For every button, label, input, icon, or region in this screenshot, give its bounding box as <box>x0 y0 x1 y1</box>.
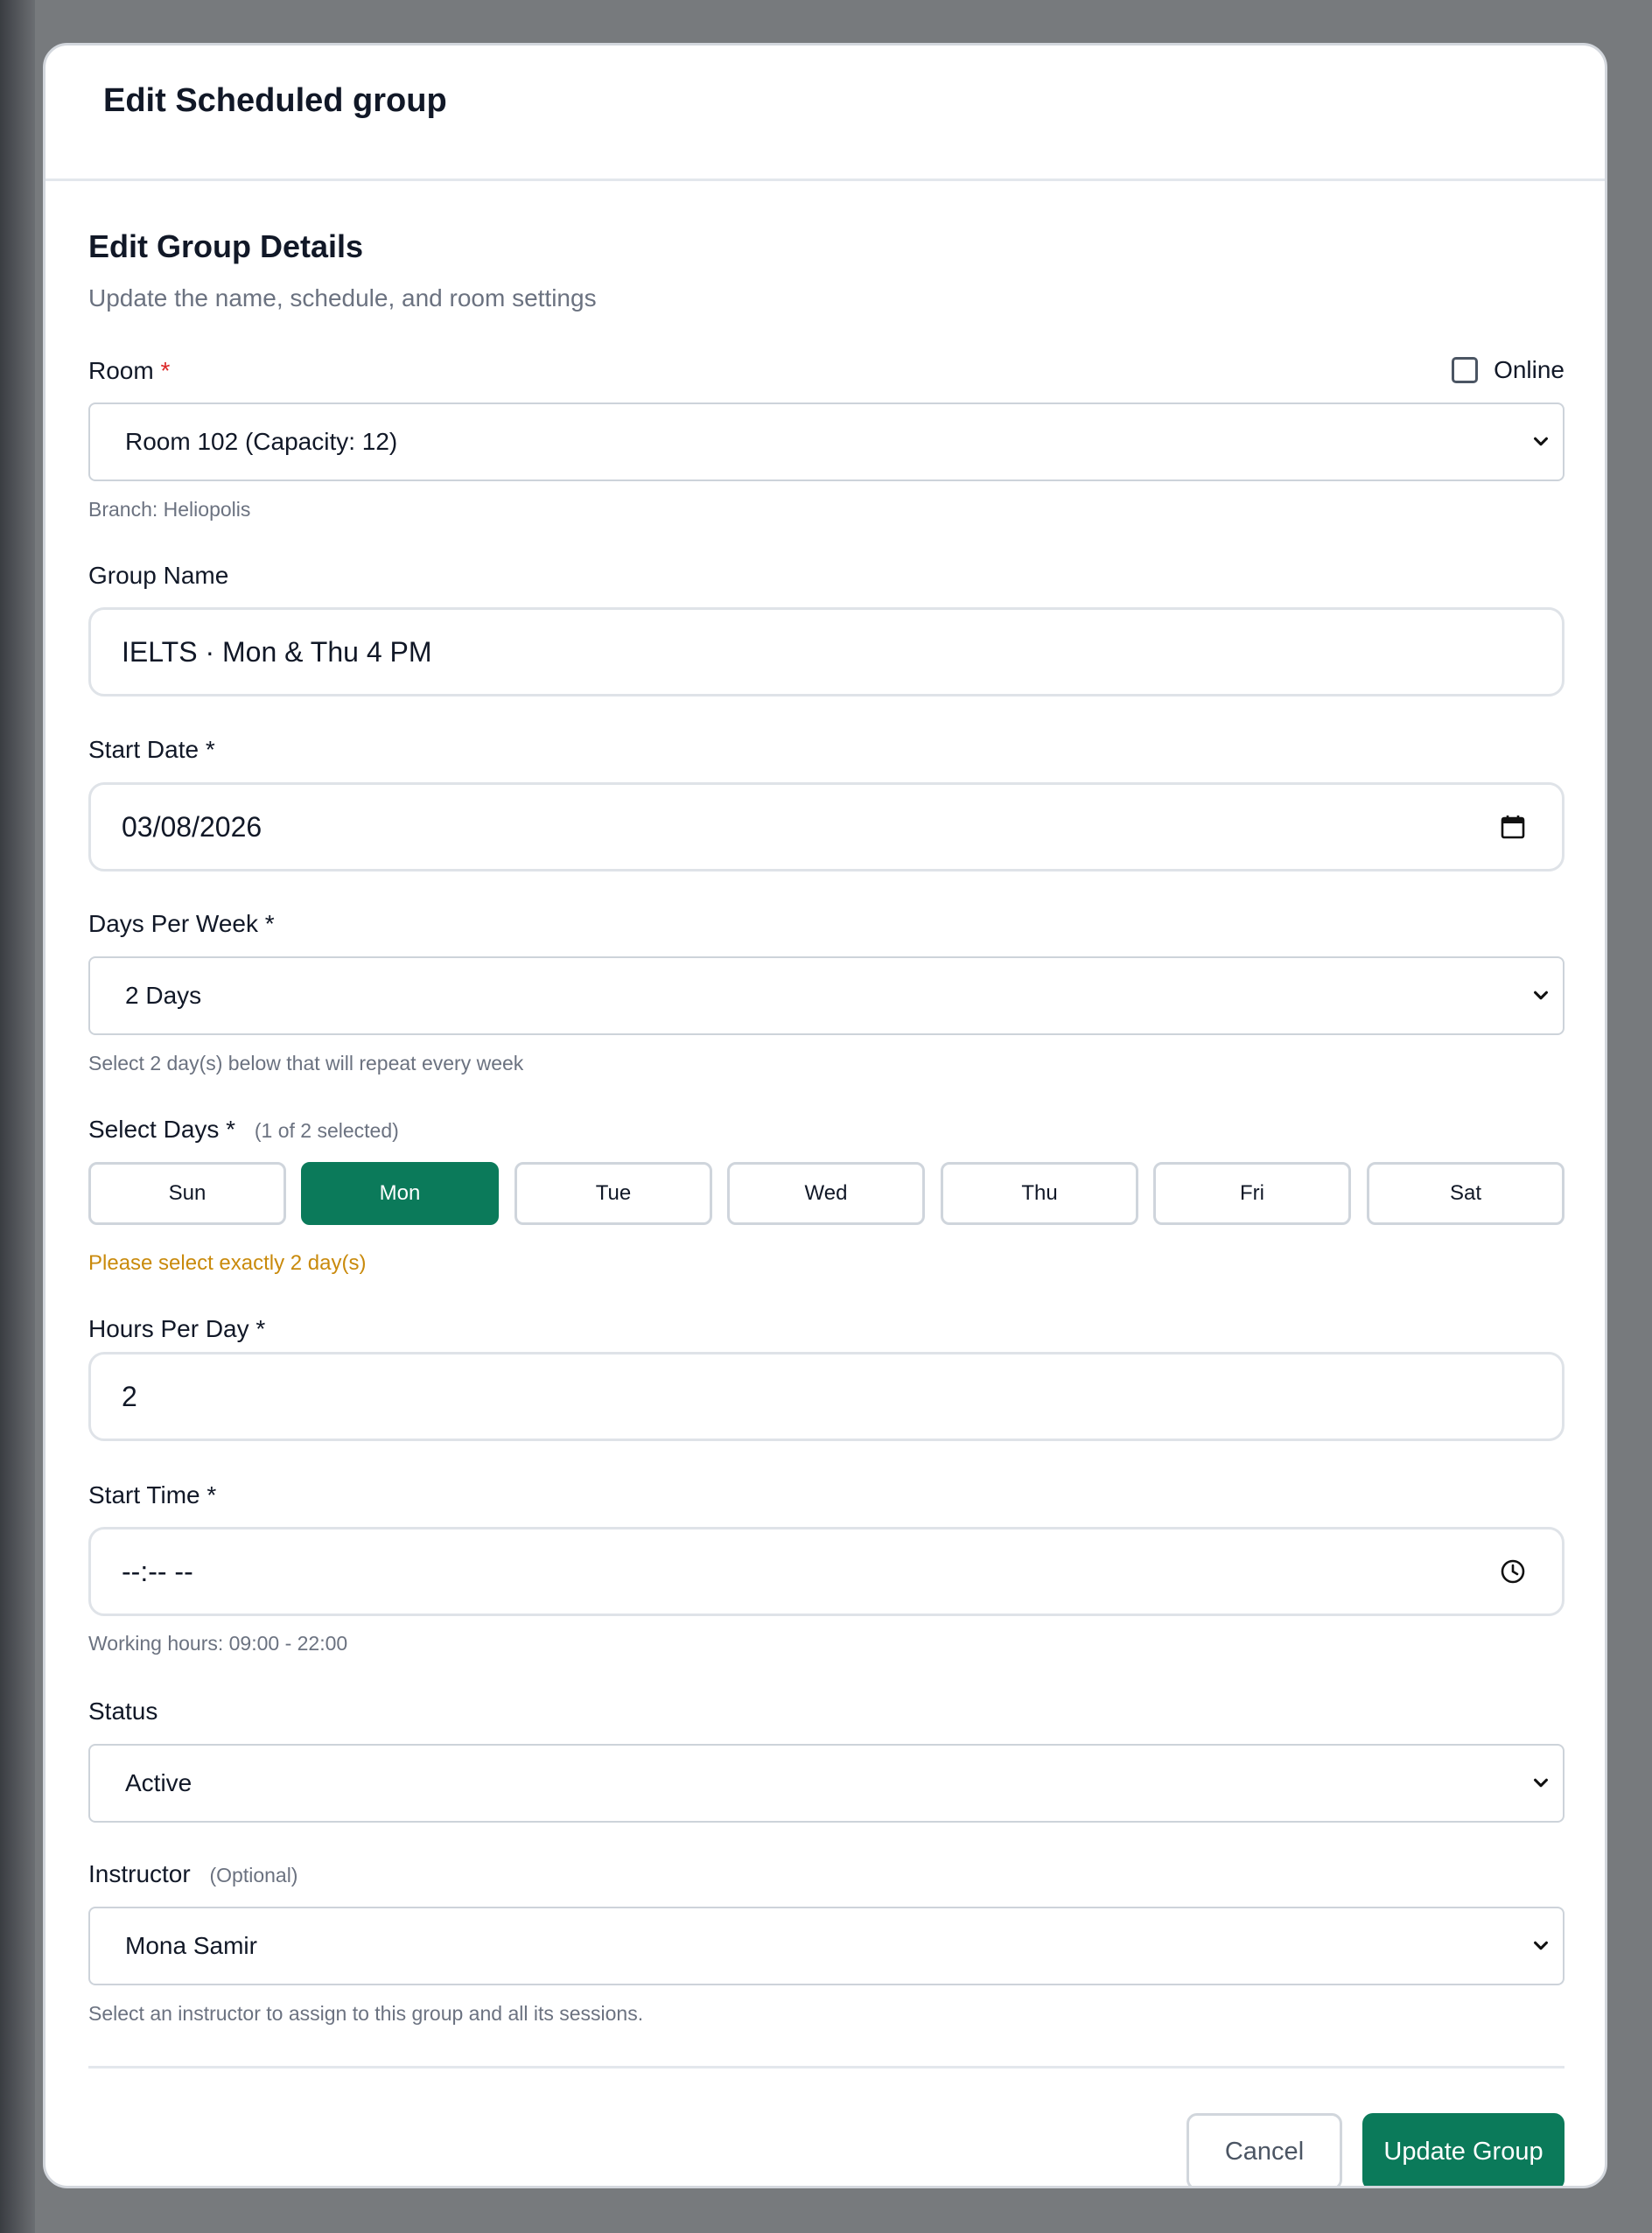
select-days-count: (1 of 2 selected) <box>254 1119 399 1142</box>
day-button-tue[interactable]: Tue <box>514 1162 712 1225</box>
days-per-week-select[interactable]: 2 Days <box>88 956 1564 1035</box>
status-value: Active <box>125 1769 192 1796</box>
section-subtitle: Update the name, schedule, and room sett… <box>88 284 597 312</box>
start-time-value: --:-- -- <box>122 1555 193 1587</box>
modal-title: Edit Scheduled group <box>103 81 447 119</box>
day-button-mon[interactable]: Mon <box>301 1162 499 1225</box>
group-name-input[interactable]: IELTS · Mon & Thu 4 PM <box>88 607 1564 696</box>
start-date-label: Start Date * <box>88 736 215 763</box>
days-per-week-hint: Select 2 day(s) below that will repeat e… <box>88 1052 524 1074</box>
room-select[interactable]: Room 102 (Capacity: 12) <box>88 402 1564 481</box>
start-time-label: Start Time * <box>88 1481 217 1508</box>
day-label: Sun <box>168 1181 206 1205</box>
working-hours-hint: Working hours: 09:00 - 22:00 <box>88 1632 348 1655</box>
footer-divider <box>88 2066 1564 2068</box>
chevron-down-icon <box>1534 990 1548 1000</box>
instructor-label-text: Instructor <box>88 1860 191 1887</box>
group-name-label: Group Name <box>88 562 229 589</box>
select-days-label-text: Select Days * <box>88 1116 236 1143</box>
day-label: Thu <box>1021 1181 1058 1205</box>
day-button-fri[interactable]: Fri <box>1153 1162 1351 1225</box>
modal-backdrop <box>0 0 35 2233</box>
select-days-warning: Please select exactly 2 day(s) <box>88 1251 367 1275</box>
room-label-text: Room <box>88 357 154 384</box>
day-button-wed[interactable]: Wed <box>727 1162 925 1225</box>
edit-group-modal: Edit Scheduled group Edit Group Details … <box>43 43 1607 2188</box>
room-branch-hint: Branch: Heliopolis <box>88 498 251 521</box>
room-select-value: Room 102 (Capacity: 12) <box>125 428 398 455</box>
chevron-down-icon <box>1534 1941 1548 1950</box>
days-per-week-value: 2 Days <box>125 982 202 1009</box>
status-select[interactable]: Active <box>88 1744 1564 1823</box>
instructor-optional-note: (Optional) <box>209 1864 298 1886</box>
chevron-down-icon <box>1534 1778 1548 1788</box>
hours-per-day-value: 2 <box>122 1380 137 1412</box>
online-label: Online <box>1494 356 1564 383</box>
day-button-thu[interactable]: Thu <box>941 1162 1138 1225</box>
modal-header: Edit Scheduled group <box>46 46 1605 181</box>
hours-per-day-label: Hours Per Day * <box>88 1315 266 1342</box>
day-button-sun[interactable]: Sun <box>88 1162 286 1225</box>
status-label: Status <box>88 1698 158 1725</box>
day-selector: Sun Mon Tue Wed Thu Fri Sat <box>88 1162 1564 1225</box>
day-label: Wed <box>804 1181 848 1205</box>
day-label: Fri <box>1240 1181 1264 1205</box>
room-required-mark: * <box>160 357 171 384</box>
calendar-icon[interactable] <box>1499 813 1527 841</box>
room-label: Room * <box>88 357 170 385</box>
instructor-select[interactable]: Mona Samir <box>88 1907 1564 1985</box>
instructor-value: Mona Samir <box>125 1932 257 1959</box>
start-date-input[interactable]: 03/08/2026 <box>88 782 1564 872</box>
day-label: Mon <box>379 1181 421 1205</box>
day-label: Sat <box>1449 1181 1482 1205</box>
section-title: Edit Group Details <box>88 228 364 264</box>
start-time-input[interactable]: --:-- -- <box>88 1527 1564 1616</box>
day-label: Tue <box>595 1181 632 1205</box>
days-per-week-label: Days Per Week * <box>88 910 275 937</box>
online-checkbox[interactable] <box>1452 357 1479 383</box>
instructor-label: Instructor (Optional) <box>88 1860 298 1888</box>
group-name-value: IELTS · Mon & Thu 4 PM <box>122 635 432 668</box>
start-date-value: 03/08/2026 <box>122 810 262 843</box>
select-days-label: Select Days * (1 of 2 selected) <box>88 1116 399 1144</box>
chevron-down-icon <box>1534 437 1548 446</box>
online-toggle[interactable]: Online <box>1452 356 1564 384</box>
update-group-button[interactable]: Update Group <box>1362 2113 1564 2186</box>
day-button-sat[interactable]: Sat <box>1367 1162 1564 1225</box>
instructor-hint: Select an instructor to assign to this g… <box>88 2002 644 2025</box>
hours-per-day-input[interactable]: 2 <box>88 1352 1564 1441</box>
cancel-button[interactable]: Cancel <box>1186 2113 1342 2186</box>
clock-icon[interactable] <box>1499 1558 1527 1586</box>
